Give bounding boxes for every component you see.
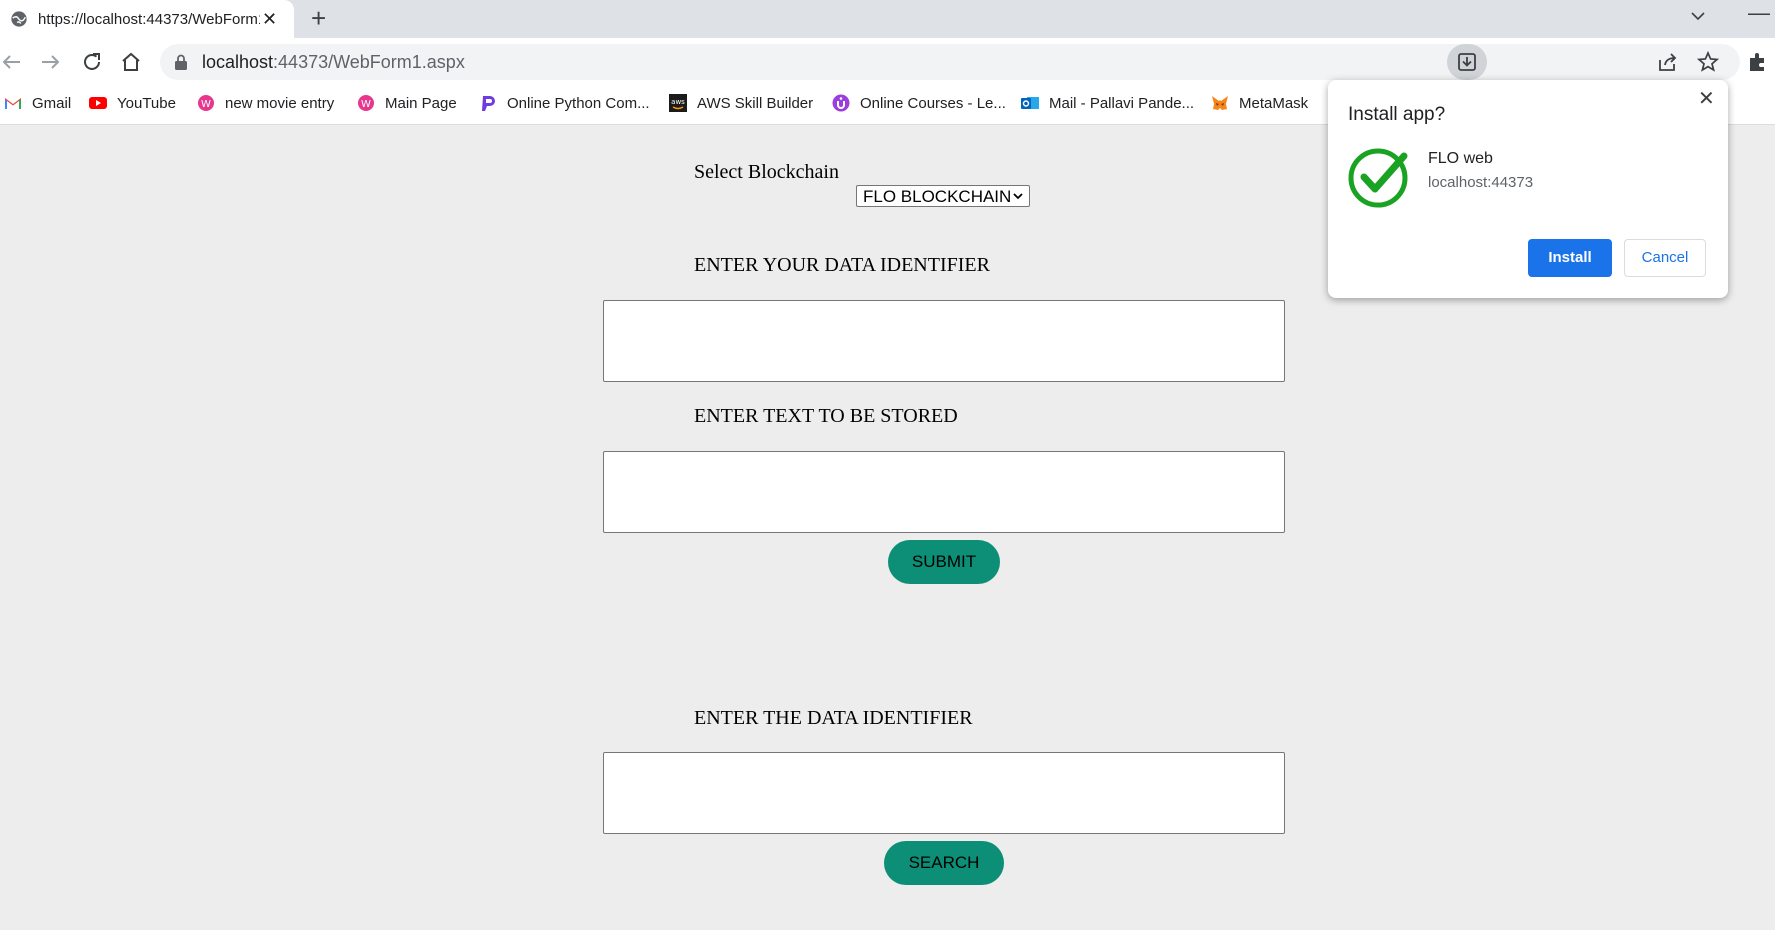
share-icon[interactable] (1656, 50, 1680, 74)
lock-icon[interactable] (174, 54, 188, 70)
webflow-icon: W (358, 95, 374, 111)
gmail-icon (5, 98, 21, 109)
courses-icon (832, 94, 850, 112)
svg-text:W: W (361, 99, 371, 110)
home-icon[interactable] (119, 50, 143, 74)
globe-icon (11, 11, 27, 27)
bookmark-gmail[interactable]: Gmail (4, 94, 71, 112)
submit-button[interactable]: SUBMIT (888, 540, 1000, 584)
url-text: localhost:44373/WebForm1.aspx (202, 52, 465, 72)
install-app-dialog: Install app? ✕ FLO web localhost:44373 I… (1328, 80, 1728, 298)
minimize-icon[interactable]: — (1748, 0, 1770, 26)
aws-icon: aws (669, 94, 687, 112)
blockchain-select[interactable]: FLO BLOCKCHAIN (856, 185, 1030, 207)
text-to-store-label: ENTER TEXT TO BE STORED (694, 405, 958, 427)
bookmark-aws-skill-builder[interactable]: aws AWS Skill Builder (669, 94, 813, 112)
new-tab-icon[interactable]: + (311, 4, 326, 32)
bookmark-metamask[interactable]: MetaMask (1211, 94, 1308, 112)
tab-strip: https://localhost:44373/WebForm1.aspx ✕ … (0, 0, 1775, 38)
browser-toolbar: localhost:44373/WebForm1.aspx (0, 38, 1775, 86)
search-identifier-label: ENTER THE DATA IDENTIFIER (694, 707, 973, 729)
app-name: FLO web (1428, 150, 1493, 167)
bookmark-new-movie-entry[interactable]: W new movie entry (197, 94, 334, 112)
data-identifier-label: ENTER YOUR DATA IDENTIFIER (694, 254, 990, 276)
bookmark-star-icon[interactable] (1696, 50, 1720, 74)
bookmark-youtube[interactable]: YouTube (89, 94, 176, 112)
bookmark-online-python[interactable]: Online Python Com... (479, 94, 650, 112)
tab-title: https://localhost:44373/WebForm1.aspx (38, 10, 260, 28)
dialog-title: Install app? (1348, 104, 1446, 125)
youtube-icon (89, 97, 107, 109)
python-compiler-icon (482, 96, 495, 111)
back-arrow-icon[interactable] (0, 50, 24, 74)
tab-close-icon[interactable]: ✕ (262, 9, 277, 30)
reload-icon[interactable] (80, 50, 104, 74)
checkmark-circle-icon (1348, 148, 1408, 208)
install-app-icon (1458, 53, 1476, 71)
text-to-store-input[interactable] (603, 451, 1285, 533)
address-bar[interactable]: localhost:44373/WebForm1.aspx (160, 44, 1740, 80)
bookmark-mail-outlook[interactable]: Mail - Pallavi Pande... (1021, 94, 1194, 112)
extensions-puzzle-icon[interactable] (1746, 50, 1770, 74)
tab-search-chevron-icon[interactable] (1688, 6, 1708, 26)
app-host: localhost:44373 (1428, 174, 1534, 191)
outlook-icon (1021, 97, 1039, 109)
metamask-icon (1212, 96, 1228, 110)
chevron-down-icon (1013, 193, 1023, 200)
close-icon[interactable]: ✕ (1698, 86, 1715, 111)
browser-tab[interactable]: https://localhost:44373/WebForm1.aspx ✕ (0, 0, 294, 38)
select-blockchain-label: Select Blockchain (694, 161, 839, 183)
data-identifier-input[interactable] (603, 300, 1285, 382)
cancel-button[interactable]: Cancel (1624, 239, 1706, 277)
install-button[interactable]: Install (1528, 239, 1612, 277)
blockchain-select-value: FLO BLOCKCHAIN (863, 187, 1012, 206)
svg-text:W: W (201, 99, 211, 110)
search-button[interactable]: SEARCH (884, 841, 1004, 885)
webflow-icon: W (198, 95, 214, 111)
svg-text:aws: aws (671, 98, 685, 106)
install-app-button[interactable] (1447, 44, 1487, 80)
bookmark-main-page[interactable]: W Main Page (357, 94, 457, 112)
search-identifier-input[interactable] (603, 752, 1285, 834)
forward-arrow-icon[interactable] (38, 50, 62, 74)
bookmark-online-courses[interactable]: Online Courses - Le... (832, 94, 1006, 112)
